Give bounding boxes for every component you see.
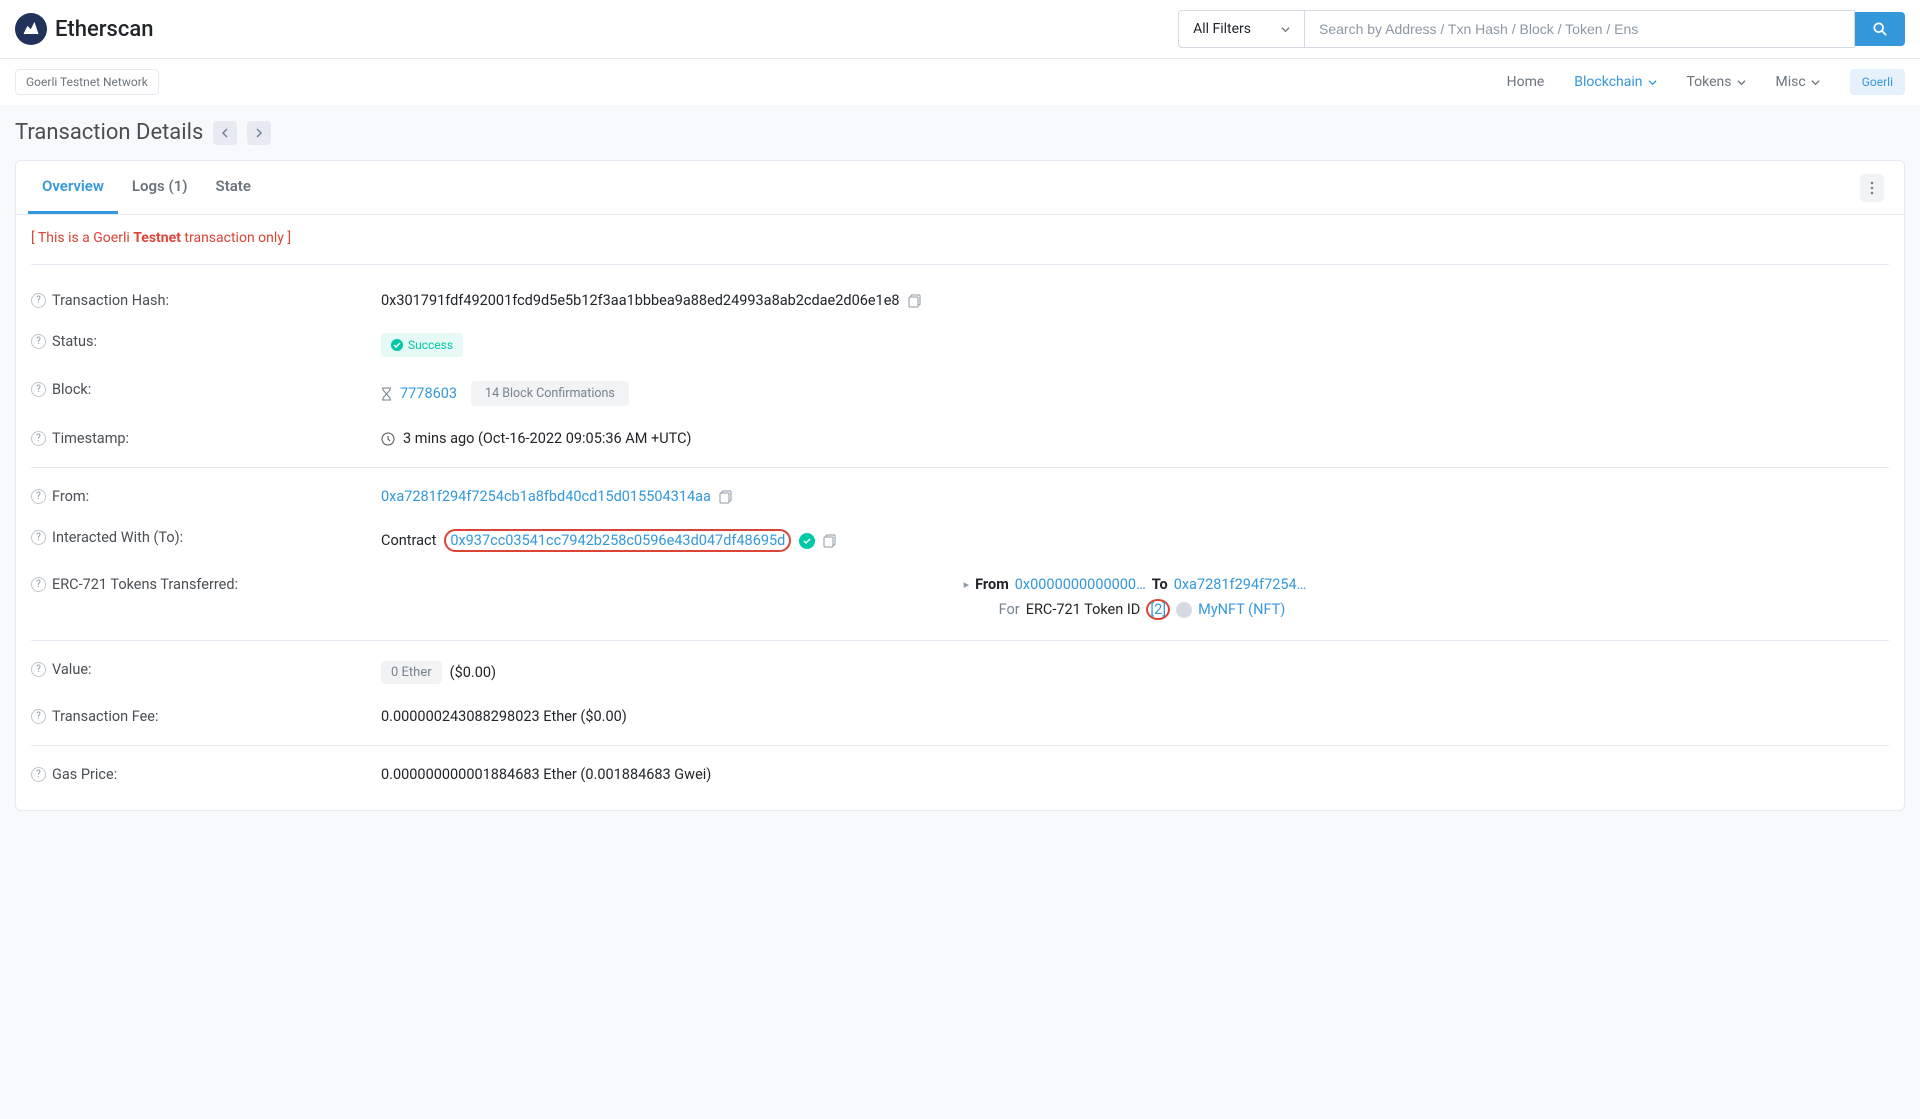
row-status: ?Status: Success (31, 321, 1889, 369)
tab-overview[interactable]: Overview (28, 161, 118, 214)
tab-state[interactable]: State (202, 161, 265, 214)
row-fee: ?Transaction Fee: 0.000000243088298023 E… (31, 696, 1889, 737)
row-from: ?From: 0xa7281f294f7254cb1a8fbd40cd15d01… (31, 476, 1889, 517)
chevron-right-icon (255, 128, 263, 138)
next-tx-button[interactable] (247, 121, 271, 145)
chevron-down-icon (1648, 78, 1657, 87)
logo[interactable]: Etherscan (15, 13, 153, 45)
filter-label: All Filters (1193, 21, 1251, 37)
page-title: Transaction Details (15, 120, 203, 145)
row-value: ?Value: 0 Ether ($0.00) (31, 649, 1889, 696)
row-gas: ?Gas Price: 0.000000000001884683 Ether (… (31, 754, 1889, 795)
value-ether-badge: 0 Ether (381, 661, 442, 684)
caret-right-icon: ▸ (964, 578, 970, 591)
help-icon[interactable]: ? (31, 767, 46, 782)
tab-logs[interactable]: Logs (1) (118, 161, 202, 214)
testnet-warning: [ This is a Goerli Testnet transaction o… (31, 230, 1889, 265)
highlight-contract-address: 0x937cc03541cc7942b258c0596e43d047df4869… (444, 529, 791, 552)
row-timestamp: ?Timestamp: 3 mins ago (Oct-16-2022 09:0… (31, 418, 1889, 459)
transfer-from-link[interactable]: 0x0000000000000… (1015, 576, 1146, 593)
help-icon[interactable]: ? (31, 489, 46, 504)
help-icon[interactable]: ? (31, 662, 46, 677)
tab-more-button[interactable] (1860, 174, 1884, 202)
to-prefix: Contract (381, 532, 436, 549)
hourglass-icon (381, 387, 392, 401)
divider (31, 640, 1889, 641)
search-input[interactable] (1305, 10, 1855, 48)
token-id-link[interactable]: [2] (1150, 601, 1166, 618)
help-icon[interactable]: ? (31, 431, 46, 446)
sub-header: Goerli Testnet Network Home Blockchain T… (0, 59, 1920, 105)
copy-icon[interactable] (823, 534, 837, 548)
nav-misc[interactable]: Misc (1776, 74, 1820, 90)
details-card: Overview Logs (1) State [ This is a Goer… (15, 160, 1905, 811)
transfer-line-1: ▸ From 0x0000000000000… To 0xa7281f294f7… (964, 576, 1307, 593)
token-name-link[interactable]: MyNFT (NFT) (1198, 601, 1285, 618)
clock-icon (381, 432, 395, 446)
transfer-line-2: For ERC-721 Token ID [2] MyNFT (NFT) (985, 599, 1286, 620)
goerli-badge[interactable]: Goerli (1850, 69, 1905, 95)
etherscan-logo-icon (15, 13, 47, 45)
row-erc721: ?ERC-721 Tokens Transferred: ▸ From 0x00… (31, 564, 1889, 632)
top-header: Etherscan All Filters (0, 0, 1920, 59)
nav-home[interactable]: Home (1507, 74, 1545, 90)
status-badge: Success (381, 333, 463, 357)
chevron-down-icon (1737, 78, 1746, 87)
gas-value: 0.000000000001884683 Ether (0.001884683 … (381, 766, 711, 783)
nav-menu: Home Blockchain Tokens Misc Goerli (1507, 69, 1905, 95)
page-title-row: Transaction Details (15, 120, 1905, 145)
highlight-token-id: [2] (1146, 599, 1170, 620)
divider (31, 745, 1889, 746)
help-icon[interactable]: ? (31, 293, 46, 308)
search-area: All Filters (1178, 10, 1905, 48)
check-circle-icon (391, 339, 403, 351)
tabs-row: Overview Logs (1) State (16, 161, 1904, 215)
nav-misc-label: Misc (1776, 74, 1806, 90)
nav-tokens-label: Tokens (1687, 74, 1732, 90)
nav-blockchain[interactable]: Blockchain (1574, 74, 1656, 90)
row-to: ?Interacted With (To): Contract 0x937cc0… (31, 517, 1889, 564)
copy-icon[interactable] (719, 490, 733, 504)
transfer-to-link[interactable]: 0xa7281f294f7254… (1174, 576, 1307, 593)
chevron-down-icon (1281, 25, 1290, 34)
logo-text: Etherscan (55, 17, 153, 42)
row-block: ?Block: 7778603 14 Block Confirmations (31, 369, 1889, 418)
prev-tx-button[interactable] (213, 121, 237, 145)
row-tx-hash: ?Transaction Hash: 0x301791fdf492001fcd9… (31, 280, 1889, 321)
help-icon[interactable]: ? (31, 709, 46, 724)
chevron-down-icon (1811, 78, 1820, 87)
content-body: [ This is a Goerli Testnet transaction o… (16, 215, 1904, 810)
copy-icon[interactable] (908, 294, 922, 308)
verified-icon (799, 533, 815, 549)
to-address-link[interactable]: 0x937cc03541cc7942b258c0596e43d047df4869… (450, 532, 785, 549)
timestamp-value: 3 mins ago (Oct-16-2022 09:05:36 AM +UTC… (403, 430, 691, 447)
chevron-left-icon (221, 128, 229, 138)
divider (31, 467, 1889, 468)
nav-tokens[interactable]: Tokens (1687, 74, 1746, 90)
token-icon (1176, 602, 1192, 618)
kebab-icon (1870, 181, 1874, 195)
tx-hash-value: 0x301791fdf492001fcd9d5e5b12f3aa1bbbea9a… (381, 292, 900, 309)
network-badge: Goerli Testnet Network (15, 69, 159, 95)
help-icon[interactable]: ? (31, 382, 46, 397)
search-button[interactable] (1855, 12, 1905, 46)
help-icon[interactable]: ? (31, 577, 46, 592)
from-address-link[interactable]: 0xa7281f294f7254cb1a8fbd40cd15d015504314… (381, 488, 711, 505)
block-link[interactable]: 7778603 (400, 385, 457, 402)
fee-value: 0.000000243088298023 Ether ($0.00) (381, 708, 627, 725)
nav-blockchain-label: Blockchain (1574, 74, 1642, 90)
filter-dropdown[interactable]: All Filters (1178, 10, 1305, 48)
value-usd: ($0.00) (450, 664, 496, 681)
main-content: Transaction Details Overview Logs (1) St… (0, 105, 1920, 1119)
confirmations-badge: 14 Block Confirmations (471, 381, 629, 406)
search-icon (1873, 22, 1887, 36)
help-icon[interactable]: ? (31, 334, 46, 349)
help-icon[interactable]: ? (31, 530, 46, 545)
